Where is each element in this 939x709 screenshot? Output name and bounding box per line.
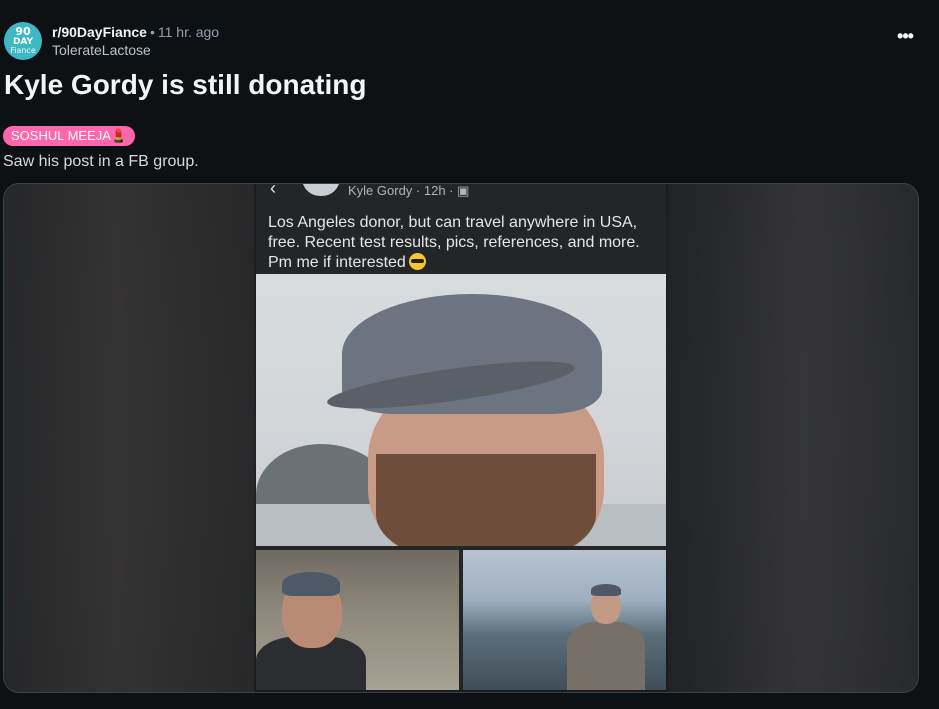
post-body: Saw his post in a FB group. bbox=[3, 153, 199, 170]
fb-post-text-content: Los Angeles donor, but can travel anywhe… bbox=[268, 214, 640, 271]
fb-post-text: Los Angeles donor, but can travel anywhe… bbox=[268, 213, 663, 273]
fb-poster-line: Kyle Gordy · 12h · ▣ bbox=[348, 183, 470, 198]
fb-screenshot: ‹ Kyle Gordy · 12h · ▣ ••• Los Angeles d… bbox=[256, 183, 666, 690]
image-blur-left bbox=[4, 184, 254, 692]
subreddit-line: r/90DayFiance • 11 hr. ago bbox=[52, 24, 219, 41]
subreddit-link[interactable]: r/90DayFiance bbox=[52, 24, 147, 40]
post-image[interactable]: ‹ Kyle Gordy · 12h · ▣ ••• Los Angeles d… bbox=[3, 183, 919, 693]
post-header: 90 DAY Fiance r/90DayFiance • 11 hr. ago T… bbox=[4, 22, 934, 62]
post-title[interactable]: Kyle Gordy is still donating bbox=[4, 68, 367, 102]
fb-avatar bbox=[302, 184, 340, 196]
avatar-text-3: Fiance bbox=[10, 46, 36, 55]
fb-photo-mountains bbox=[463, 550, 666, 690]
meta-separator: • bbox=[149, 24, 155, 40]
photo-body bbox=[567, 622, 645, 690]
back-arrow-icon: ‹ bbox=[270, 183, 276, 198]
photo-person-cap bbox=[282, 572, 340, 596]
sunglasses-emoji-icon bbox=[408, 253, 426, 270]
author-link[interactable]: TolerateLactose bbox=[52, 42, 219, 59]
avatar-text-1: 90 bbox=[15, 25, 31, 38]
image-blur-right bbox=[668, 184, 918, 692]
photo-beard bbox=[376, 454, 596, 546]
fb-photo-kangaroo bbox=[256, 550, 459, 690]
post-time: 11 hr. ago bbox=[157, 24, 220, 40]
more-options-icon[interactable]: ••• bbox=[894, 27, 916, 46]
fb-post-header: ‹ Kyle Gordy · 12h · ▣ ••• bbox=[256, 183, 666, 208]
photo-person-cap bbox=[591, 584, 621, 596]
post-meta: r/90DayFiance • 11 hr. ago TolerateLactose bbox=[52, 24, 219, 59]
subreddit-avatar[interactable]: 90 DAY Fiance bbox=[4, 22, 42, 60]
post-flair[interactable]: SOSHUL MEEJA💄 bbox=[3, 126, 136, 146]
fb-photo-main bbox=[256, 274, 666, 546]
fb-options-icon: ••• bbox=[638, 184, 653, 190]
